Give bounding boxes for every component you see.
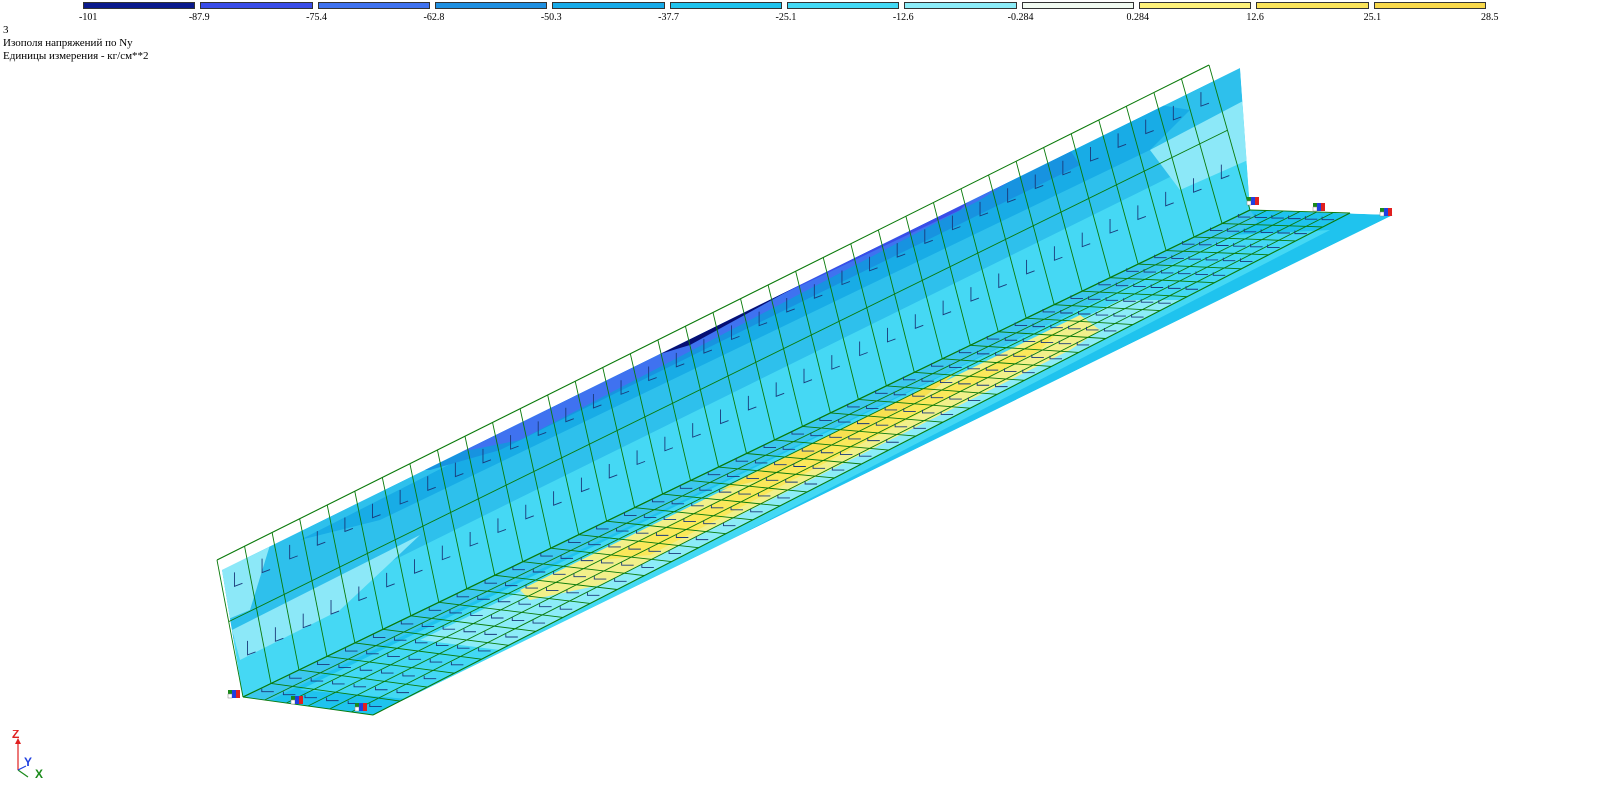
x-axis-arrow bbox=[17, 769, 29, 778]
x-axis-label: X bbox=[35, 767, 43, 781]
support-marker bbox=[290, 696, 303, 705]
model-viewport[interactable] bbox=[0, 0, 1600, 787]
z-axis-label: Z bbox=[12, 730, 19, 741]
support-marker bbox=[1246, 197, 1259, 206]
wall-plate bbox=[222, 68, 1250, 697]
support-marker bbox=[354, 703, 367, 712]
support-marker bbox=[227, 690, 240, 699]
support-marker bbox=[1379, 208, 1392, 217]
y-axis-label: Y bbox=[24, 755, 32, 769]
support-marker bbox=[1312, 203, 1325, 212]
global-axes-indicator: Z Y X bbox=[12, 730, 43, 781]
